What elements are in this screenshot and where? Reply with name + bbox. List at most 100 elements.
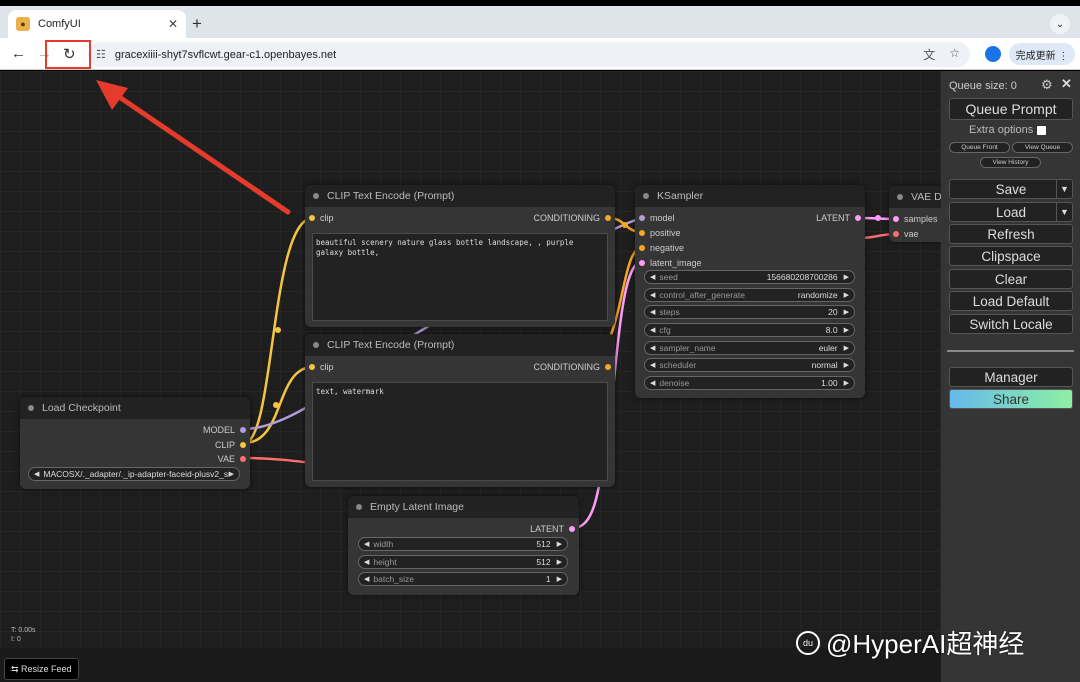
save-dropdown-icon[interactable]: ▼ [1056, 180, 1072, 198]
increment-arrow-icon[interactable]: ▶ [229, 470, 234, 478]
slot-label: CONDITIONING [533, 213, 601, 223]
extra-options-toggle[interactable]: Extra options [969, 124, 1047, 136]
decrement-arrow-icon[interactable]: ◀ [364, 558, 369, 566]
manager-button[interactable]: Manager [949, 367, 1073, 387]
input-slot-model[interactable]: model [639, 213, 675, 223]
extra-options-checkbox[interactable] [1037, 125, 1047, 135]
increment-arrow-icon[interactable]: ▶ [844, 308, 849, 316]
decrement-arrow-icon[interactable]: ◀ [650, 308, 655, 316]
close-menu-icon[interactable]: ✕ [1061, 76, 1072, 92]
collapse-dot-icon[interactable] [313, 342, 319, 348]
widget-seed[interactable]: ◀ seed 156680208700286 ▶ [644, 270, 855, 284]
output-slot-model[interactable]: MODEL [203, 425, 246, 435]
output-slot-conditioning[interactable]: CONDITIONING [533, 213, 611, 223]
widget-value: 20 [828, 307, 838, 317]
save-button[interactable]: Save ▼ [949, 179, 1073, 199]
widget-sampler-name[interactable]: ◀ sampler_name euler ▶ [644, 341, 855, 355]
settings-gear-icon[interactable]: ⚙ [1041, 77, 1053, 93]
output-slot-latent[interactable]: LATENT [816, 213, 861, 223]
input-slot-positive[interactable]: positive [639, 228, 681, 238]
increment-arrow-icon[interactable]: ▶ [557, 540, 562, 548]
back-button[interactable]: ← [11, 45, 26, 62]
slot-label: CLIP [214, 440, 235, 450]
decrement-arrow-icon[interactable]: ◀ [364, 575, 369, 583]
increment-arrow-icon[interactable]: ▶ [557, 558, 562, 566]
increment-arrow-icon[interactable]: ▶ [844, 361, 849, 369]
decrement-arrow-icon[interactable]: ◀ [650, 344, 655, 352]
node-load-checkpoint[interactable]: Load Checkpoint MODEL CLIP VAE ◀ MACOSX/.… [20, 397, 250, 489]
node-clip-text-encode-negative[interactable]: CLIP Text Encode (Prompt) clip CONDITION… [305, 334, 615, 487]
input-slot-clip[interactable]: clip [309, 362, 334, 372]
widget-cfg[interactable]: ◀ cfg 8.0 ▶ [644, 323, 855, 337]
output-slot-latent[interactable]: LATENT [530, 524, 575, 534]
decrement-arrow-icon[interactable]: ◀ [364, 540, 369, 548]
profile-avatar-icon[interactable] [985, 46, 1001, 62]
view-queue-button[interactable]: View Queue [1012, 142, 1073, 153]
increment-arrow-icon[interactable]: ▶ [557, 575, 562, 583]
collapse-dot-icon[interactable] [897, 194, 903, 200]
clear-button[interactable]: Clear [949, 269, 1073, 289]
widget-steps[interactable]: ◀ steps 20 ▶ [644, 305, 855, 319]
load-button[interactable]: Load ▼ [949, 202, 1073, 222]
address-bar[interactable]: ☷ gracexiiii-shyt7svflcwt.gear-c1.openba… [88, 42, 970, 67]
new-tab-button[interactable]: + [192, 14, 202, 34]
output-slot-vae[interactable]: VAE [218, 454, 246, 464]
reload-highlight-box [45, 40, 91, 69]
collapse-dot-icon[interactable] [356, 504, 362, 510]
load-default-button[interactable]: Load Default [949, 291, 1073, 311]
decrement-arrow-icon[interactable]: ◀ [650, 379, 655, 387]
slot-dot-icon [240, 456, 246, 462]
clipspace-button[interactable]: Clipspace [949, 246, 1073, 266]
browser-tab[interactable]: ● ComfyUI ✕ [8, 10, 186, 38]
site-info-icon[interactable]: ☷ [96, 48, 106, 61]
widget-batch-size[interactable]: ◀ batch_size 1 ▶ [358, 572, 568, 586]
slot-dot-icon [639, 215, 645, 221]
decrement-arrow-icon[interactable]: ◀ [650, 361, 655, 369]
widget-scheduler[interactable]: ◀ scheduler normal ▶ [644, 358, 855, 372]
decrement-arrow-icon[interactable]: ◀ [650, 326, 655, 334]
increment-arrow-icon[interactable]: ▶ [844, 344, 849, 352]
slot-label: MODEL [202, 425, 235, 435]
bookmark-star-icon[interactable]: ☆ [949, 46, 960, 63]
widget-control-after-generate[interactable]: ◀ control_after_generate randomize ▶ [644, 288, 855, 302]
resize-feed-button[interactable]: ⇆ Resize Feed [4, 658, 79, 680]
translate-icon[interactable]: 文 [923, 46, 935, 63]
prompt-textarea[interactable]: beautiful scenery nature glass bottle la… [312, 233, 608, 321]
tab-search-button[interactable]: ⌄ [1050, 14, 1070, 34]
output-slot-clip[interactable]: CLIP [215, 440, 246, 450]
view-history-button[interactable]: View History [980, 157, 1041, 168]
decrement-arrow-icon[interactable]: ◀ [34, 470, 39, 478]
increment-arrow-icon[interactable]: ▶ [844, 379, 849, 387]
prompt-textarea[interactable]: text, watermark [312, 382, 608, 481]
switch-locale-button[interactable]: Switch Locale [949, 314, 1073, 334]
update-button[interactable]: 完成更新 ⋮ [1009, 43, 1075, 65]
load-dropdown-icon[interactable]: ▼ [1056, 203, 1072, 221]
input-slot-samples[interactable]: samples [893, 214, 938, 224]
increment-arrow-icon[interactable]: ▶ [844, 273, 849, 281]
collapse-dot-icon[interactable] [28, 405, 34, 411]
collapse-dot-icon[interactable] [313, 193, 319, 199]
decrement-arrow-icon[interactable]: ◀ [650, 273, 655, 281]
slot-label: positive [650, 228, 681, 238]
widget-ckpt-name[interactable]: ◀ MACOSX/._adapter/._ip-adapter-faceid-pl… [28, 467, 240, 481]
tab-close-icon[interactable]: ✕ [168, 17, 178, 31]
widget-height[interactable]: ◀ height 512 ▶ [358, 555, 568, 569]
collapse-dot-icon[interactable] [643, 193, 649, 199]
output-slot-conditioning[interactable]: CONDITIONING [534, 362, 611, 372]
widget-width[interactable]: ◀ width 512 ▶ [358, 537, 568, 551]
queue-prompt-button[interactable]: Queue Prompt [949, 98, 1073, 120]
widget-denoise[interactable]: ◀ denoise 1.00 ▶ [644, 376, 855, 390]
increment-arrow-icon[interactable]: ▶ [844, 326, 849, 334]
input-slot-clip[interactable]: clip [309, 213, 334, 223]
input-slot-negative[interactable]: negative [639, 243, 684, 253]
increment-arrow-icon[interactable]: ▶ [844, 291, 849, 299]
node-ksampler[interactable]: KSampler model positive negative latent_… [635, 185, 865, 398]
input-slot-vae[interactable]: vae [893, 229, 919, 239]
share-button[interactable]: Share [949, 389, 1073, 409]
input-slot-latent-image[interactable]: latent_image [639, 258, 702, 268]
node-empty-latent-image[interactable]: Empty Latent Image LATENT ◀ width 512 ▶ ◀ he… [348, 496, 579, 595]
node-clip-text-encode-positive[interactable]: CLIP Text Encode (Prompt) clip CONDITION… [305, 185, 615, 327]
decrement-arrow-icon[interactable]: ◀ [650, 291, 655, 299]
queue-front-button[interactable]: Queue Front [949, 142, 1010, 153]
refresh-button[interactable]: Refresh [949, 224, 1073, 244]
